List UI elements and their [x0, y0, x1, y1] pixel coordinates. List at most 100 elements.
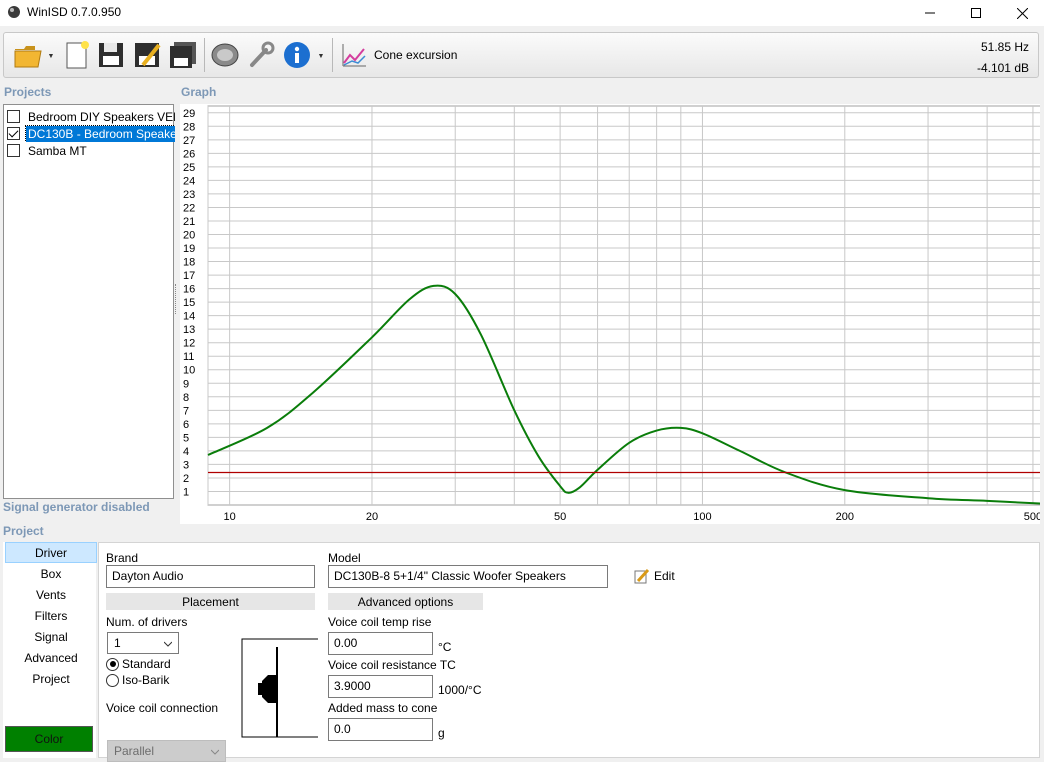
project-header: Project	[3, 524, 44, 538]
model-field[interactable]: DC130B-8 5+1/4" Classic Woofer Speakers	[328, 565, 608, 588]
maximize-button[interactable]	[953, 0, 999, 26]
standard-radio-circle[interactable]	[106, 657, 119, 671]
y-tick-label: 21	[183, 216, 195, 228]
y-tick-label: 9	[183, 378, 189, 390]
y-tick-label: 25	[183, 162, 195, 174]
project-label: DC130B - Bedroom Speake	[25, 125, 175, 142]
nav-advanced[interactable]: Advanced	[5, 647, 97, 668]
brand-field[interactable]: Dayton Audio	[106, 565, 315, 588]
project-item[interactable]: Samba MT	[7, 142, 175, 159]
graph-type-label[interactable]: Cone excursion	[374, 48, 457, 62]
x-tick-label: 100	[693, 511, 711, 523]
y-tick-label: 8	[183, 392, 189, 404]
color-button[interactable]: Color	[5, 726, 93, 752]
y-tick-label: 10	[183, 365, 195, 377]
toolbar-separator	[204, 38, 205, 72]
new-project-button[interactable]	[61, 38, 93, 72]
y-tick-label: 12	[183, 338, 195, 350]
y-tick-label: 15	[183, 297, 195, 309]
chevron-down-icon	[164, 641, 172, 647]
y-tick-label: 4	[183, 446, 189, 458]
y-tick-label: 7	[183, 405, 189, 417]
num-drivers-select[interactable]: 1	[107, 632, 179, 654]
nav-driver[interactable]: Driver	[5, 542, 97, 563]
brand-label: Brand	[106, 551, 139, 565]
project-checkbox[interactable]	[7, 127, 20, 140]
chevron-down-icon	[211, 749, 219, 755]
vc-resistance-label: Voice coil resistance TC	[328, 658, 456, 672]
speaker-icon	[262, 675, 277, 703]
app-icon	[8, 6, 20, 18]
save-all-button[interactable]	[167, 38, 199, 72]
save-as-button[interactable]	[131, 38, 163, 72]
project-item[interactable]: DC130B - Bedroom Speake	[7, 125, 175, 142]
open-project-button[interactable]	[12, 38, 44, 72]
y-tick-label: 29	[183, 108, 195, 120]
chart-icon	[342, 44, 366, 67]
nav-filters[interactable]: Filters	[5, 605, 97, 626]
y-tick-label: 3	[183, 459, 189, 471]
cone-excursion-chart[interactable]: 1234567891011121314151617181920212223242…	[180, 104, 1042, 524]
placement-diagram	[241, 638, 318, 738]
project-item[interactable]: Bedroom DIY Speakers VEN	[7, 108, 175, 125]
nav-signal[interactable]: Signal	[5, 626, 97, 647]
open-dropdown-arrow[interactable]: ▼	[47, 39, 55, 73]
pencil-icon	[634, 568, 650, 584]
added-mass-field[interactable]: 0.0	[328, 718, 433, 741]
graph-type-button[interactable]	[338, 38, 370, 72]
project-checkbox[interactable]	[7, 144, 20, 157]
y-tick-label: 20	[183, 229, 195, 241]
close-button[interactable]	[999, 0, 1044, 26]
num-drivers-value: 1	[114, 636, 121, 650]
num-drivers-label: Num. of drivers	[106, 615, 188, 629]
toolbar-separator	[332, 38, 333, 72]
close-icon	[1016, 7, 1028, 19]
splitter-handle[interactable]	[175, 284, 178, 314]
isobarik-radio-circle[interactable]	[106, 673, 119, 687]
minimize-icon	[925, 12, 935, 14]
vc-connection-select[interactable]: Parallel	[107, 740, 226, 762]
save-all-icon	[170, 42, 196, 68]
vc-resistance-field[interactable]: 3.9000	[328, 675, 433, 698]
y-tick-label: 18	[183, 257, 195, 269]
y-tick-label: 26	[183, 148, 195, 160]
x-tick-label: 50	[554, 511, 566, 523]
minimize-button[interactable]	[907, 0, 953, 26]
driver-editor-button[interactable]	[209, 38, 241, 72]
nav-project[interactable]: Project	[5, 668, 97, 689]
y-tick-label: 24	[183, 175, 195, 187]
advanced-options-header: Advanced options	[328, 593, 483, 610]
project-label: Samba MT	[28, 143, 87, 158]
y-tick-label: 13	[183, 324, 195, 336]
added-mass-unit: g	[438, 726, 445, 740]
window-title: WinISD 0.7.0.950	[27, 5, 122, 19]
isobarik-radio[interactable]: Iso-Barik	[106, 673, 169, 687]
project-checkbox[interactable]	[7, 110, 20, 123]
standard-radio[interactable]: Standard	[106, 657, 171, 671]
y-tick-label: 11	[183, 351, 194, 363]
project-label: Bedroom DIY Speakers VEN	[28, 109, 175, 124]
y-tick-label: 17	[183, 270, 195, 282]
nav-vents[interactable]: Vents	[5, 584, 97, 605]
x-tick-label: 20	[366, 511, 378, 523]
placement-header: Placement	[106, 593, 315, 610]
vc-connection-label: Voice coil connection	[106, 701, 219, 715]
vc-connection-value: Parallel	[114, 744, 155, 758]
nav-box[interactable]: Box	[5, 563, 97, 584]
vc-temp-field[interactable]: 0.00	[328, 632, 433, 655]
vc-resistance-unit: 1000/°C	[438, 683, 482, 697]
vc-temp-unit: °C	[438, 640, 452, 654]
save-button[interactable]	[95, 38, 127, 72]
projects-list: Bedroom DIY Speakers VEN DC130B - Bedroo…	[3, 104, 175, 499]
signal-status: Signal generator disabled	[3, 500, 150, 514]
options-button[interactable]	[245, 38, 277, 72]
about-dropdown-arrow[interactable]: ▼	[317, 39, 325, 73]
added-mass-label: Added mass to cone	[328, 701, 438, 715]
y-tick-label: 2	[183, 473, 189, 485]
x-tick-label: 10	[224, 511, 236, 523]
speaker-icon	[211, 43, 239, 67]
about-button[interactable]	[281, 38, 313, 72]
graph-panel: 1 2 3 4 5 6 7 8 9 10 11 12 13 14 15 16 17 18 19 20 21 22 23 24 2…	[180, 104, 1042, 524]
y-tick-label: 6	[183, 419, 189, 431]
edit-button[interactable]: Edit	[634, 568, 675, 584]
